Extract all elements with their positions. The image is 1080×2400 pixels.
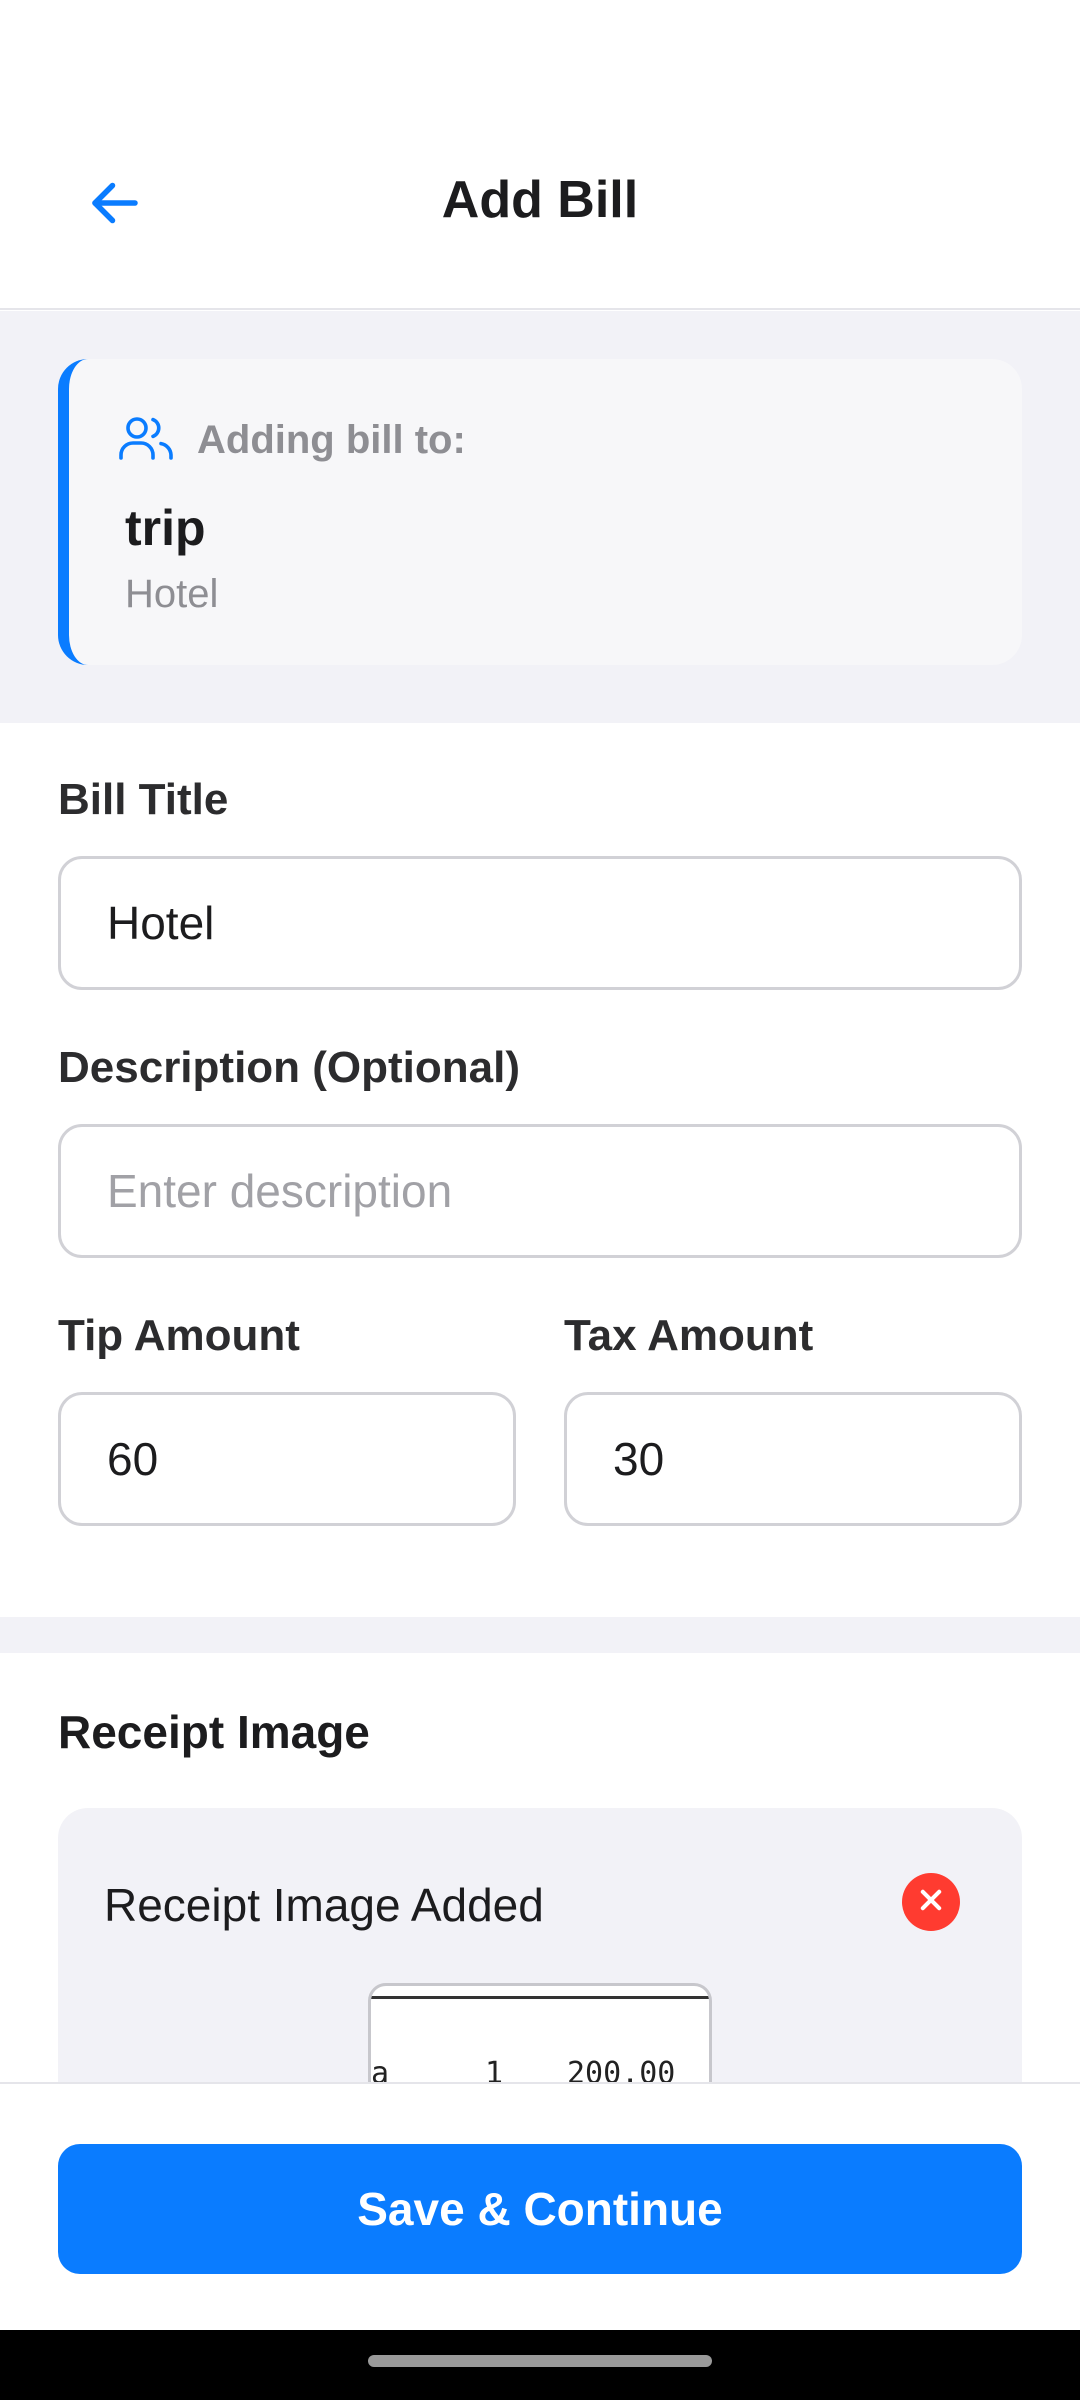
adding-label: Adding bill to: [197, 418, 466, 462]
tax-amount-label: Tax Amount [564, 1311, 814, 1360]
add-bill-screen: Add Bill Adding bill to: trip Hotel Bill… [0, 0, 1080, 2400]
description-label: Description (Optional) [58, 1043, 520, 1092]
group-name: trip [125, 500, 206, 556]
receipt-section-title: Receipt Image [58, 1706, 370, 1758]
users-icon [117, 414, 175, 467]
app-header: Add Bill [0, 0, 1080, 310]
description-input[interactable]: Enter description [58, 1124, 1022, 1258]
group-bill-name: Hotel [125, 572, 219, 616]
system-nav-bar [0, 2330, 1080, 2400]
section-divider [0, 1617, 1080, 1653]
save-continue-button[interactable]: Save & Continue [58, 2144, 1022, 2274]
bill-title-label: Bill Title [58, 775, 229, 824]
footer-bar: Save & Continue [0, 2082, 1080, 2330]
group-banner-area: Adding bill to: trip Hotel [0, 311, 1080, 723]
tax-amount-input[interactable]: 30 [564, 1392, 1022, 1526]
group-card: Adding bill to: trip Hotel [58, 359, 1022, 665]
remove-receipt-button[interactable] [902, 1873, 960, 1931]
receipt-rule [371, 1996, 709, 1999]
adding-row: Adding bill to: [117, 414, 466, 467]
page-title: Add Bill [441, 171, 639, 229]
receipt-status: Receipt Image Added [104, 1879, 544, 1931]
home-indicator[interactable] [368, 2355, 712, 2367]
close-icon [917, 1886, 945, 1919]
tip-amount-label: Tip Amount [58, 1311, 300, 1360]
tip-amount-input[interactable]: 60 [58, 1392, 516, 1526]
bill-title-input[interactable]: Hotel [58, 856, 1022, 990]
